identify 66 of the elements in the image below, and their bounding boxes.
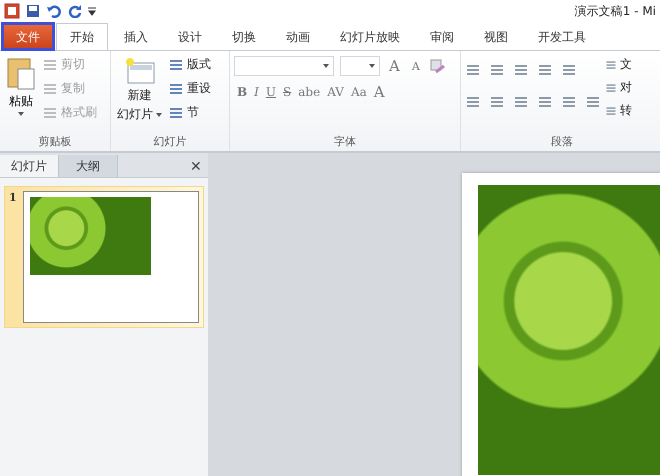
ribbon-tab[interactable]: 开发工具	[524, 23, 600, 50]
window-title: 演示文稿1 - Mi	[574, 2, 656, 20]
pane-tab[interactable]: 幻灯片	[0, 155, 59, 177]
caret-icon	[323, 64, 329, 68]
group-label: 剪贴板	[38, 134, 72, 150]
file-tab[interactable]: 文件	[2, 23, 54, 50]
slide-thumbnail[interactable]	[22, 191, 199, 323]
save-icon[interactable]	[26, 4, 40, 18]
caret-icon	[18, 112, 24, 116]
format-button[interactable]: AV	[324, 85, 347, 99]
group-label: 段落	[550, 134, 574, 150]
list-icon	[561, 63, 577, 77]
slide-number: 1	[9, 191, 17, 206]
ribbon-tab[interactable]: 设计	[164, 23, 216, 50]
paragraph-command[interactable]: 对	[605, 78, 632, 97]
align-icon	[561, 95, 577, 109]
app-logo-icon[interactable]	[4, 3, 20, 19]
format-button[interactable]: B	[234, 85, 250, 99]
new-slide-icon	[124, 55, 156, 85]
paste-button[interactable]: 粘贴	[9, 93, 33, 110]
eraser-icon[interactable]	[428, 58, 445, 74]
ribbon-tab[interactable]: 开始	[56, 23, 108, 50]
align-icon	[585, 95, 601, 109]
caret-icon	[369, 64, 375, 68]
font-color-button[interactable]: A	[370, 83, 388, 101]
ribbon-tab[interactable]: 审阅	[416, 23, 468, 50]
shrink-font-button[interactable]: A	[408, 60, 423, 72]
redo-icon[interactable]	[68, 4, 82, 18]
list-icon	[465, 63, 481, 77]
close-button[interactable]: ✕	[188, 155, 204, 177]
grow-font-button[interactable]: A	[386, 57, 403, 75]
ribbon-tab[interactable]: 视图	[470, 23, 522, 50]
group-label: 字体	[333, 134, 357, 150]
font-size-field[interactable]	[340, 56, 380, 76]
format-button[interactable]: S	[280, 85, 294, 99]
list-icon	[513, 63, 529, 77]
format-button[interactable]: I	[251, 85, 262, 99]
format-button[interactable]: Aa	[348, 85, 370, 99]
list-icon	[489, 63, 505, 77]
format-button[interactable]: abe	[295, 85, 324, 99]
paragraph-command[interactable]: 文	[605, 55, 632, 74]
customize-toolbar-icon[interactable]	[88, 6, 96, 16]
slide-command[interactable]: 版式	[168, 55, 211, 74]
undo-icon[interactable]	[46, 4, 62, 18]
new-slide-button[interactable]: 新建 幻灯片	[117, 87, 162, 123]
command-icon	[42, 82, 58, 96]
group-label: 幻灯片	[152, 134, 188, 150]
align-icon	[465, 95, 481, 109]
slide-command[interactable]: 节	[168, 103, 211, 122]
font-name-field[interactable]	[234, 56, 334, 76]
slide-command[interactable]: 重设	[168, 79, 211, 98]
caret-icon	[156, 112, 162, 116]
command-icon	[42, 58, 58, 72]
align-icon	[489, 95, 505, 109]
ribbon-tab[interactable]: 插入	[110, 23, 162, 50]
pane-tab[interactable]: 大纲	[59, 155, 118, 177]
list-icon	[537, 63, 553, 77]
align-icon	[513, 95, 529, 109]
ribbon-tab[interactable]: 切换	[218, 23, 270, 50]
align-icon	[537, 95, 553, 109]
paragraph-command[interactable]: 转	[605, 101, 632, 120]
format-button[interactable]: U	[262, 85, 280, 99]
slide-thumbnail-row[interactable]: 1	[4, 186, 204, 328]
ribbon-tab[interactable]: 幻灯片放映	[326, 23, 414, 50]
ribbon-tab[interactable]: 动画	[272, 23, 324, 50]
command-icon	[42, 106, 58, 120]
